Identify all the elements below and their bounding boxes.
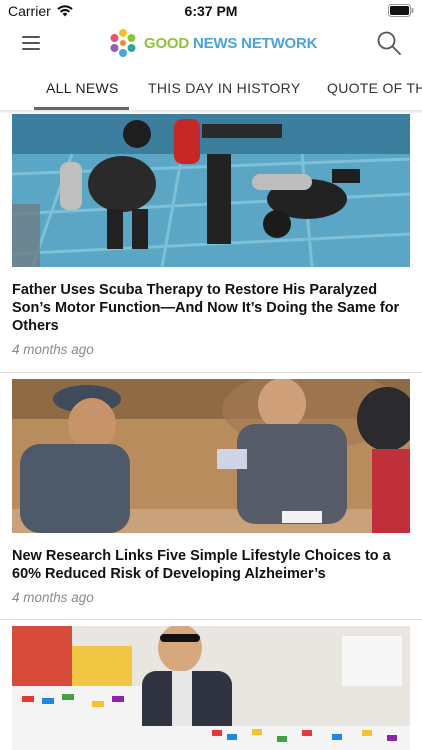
- search-icon[interactable]: [376, 30, 402, 56]
- article-card[interactable]: Father Uses Scuba Therapy to Restore His…: [0, 113, 422, 372]
- article-title[interactable]: Father Uses Scuba Therapy to Restore His…: [12, 281, 410, 335]
- news-feed: Father Uses Scuba Therapy to Restore His…: [0, 113, 422, 750]
- article-image-card-players[interactable]: [12, 379, 410, 533]
- article-image-lego[interactable]: [12, 626, 410, 750]
- menu-icon[interactable]: [22, 34, 44, 52]
- article-divider: [0, 372, 422, 373]
- status-bar: Carrier 6:37 PM: [0, 0, 422, 22]
- article-card[interactable]: New Research Links Five Simple Lifestyle…: [0, 379, 422, 619]
- status-time: 6:37 PM: [184, 3, 238, 19]
- logo-text-news: NEWS NETWORK: [193, 34, 318, 52]
- article-age: 4 months ago: [12, 342, 94, 357]
- article-title[interactable]: New Research Links Five Simple Lifestyle…: [12, 547, 410, 583]
- battery-icon: [388, 4, 414, 22]
- top-bar: GOOD NEWS NETWORK: [0, 22, 422, 66]
- tab-all-news[interactable]: ALL NEWS: [46, 80, 119, 96]
- article-divider: [0, 619, 422, 620]
- logo-text: GOOD NEWS NETWORK: [144, 35, 317, 52]
- app-logo: GOOD NEWS NETWORK: [108, 28, 317, 58]
- article-age: 4 months ago: [12, 590, 94, 605]
- article-image-scuba[interactable]: [12, 114, 410, 267]
- logo-text-good: GOOD: [144, 34, 190, 52]
- tab-quote-of-the-day[interactable]: QUOTE OF THE DAY: [327, 80, 422, 96]
- tab-this-day-in-history[interactable]: THIS DAY IN HISTORY: [148, 80, 300, 96]
- article-card[interactable]: [0, 626, 422, 750]
- category-tabs: ALL NEWS THIS DAY IN HISTORY QUOTE OF TH…: [0, 66, 422, 110]
- logo-flower-icon: [110, 29, 136, 57]
